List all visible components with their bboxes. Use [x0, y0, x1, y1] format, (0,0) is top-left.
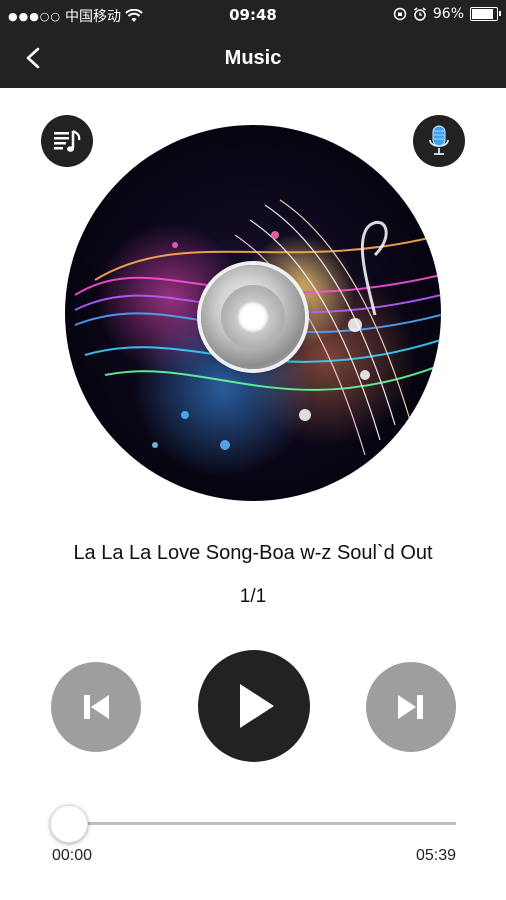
nav-bar: Music: [0, 30, 506, 88]
disc-hub: [201, 265, 305, 369]
battery-percent: 96%: [432, 6, 464, 22]
current-time: 00:00: [52, 847, 93, 864]
play-button[interactable]: [198, 650, 310, 762]
skip-previous-icon: [84, 695, 109, 719]
battery-icon: [470, 7, 501, 21]
track-position: 1/1: [239, 586, 267, 607]
chevron-left-icon: [26, 47, 40, 69]
song-title: La La La Love Song-Boa w-z Soul`d Out: [73, 542, 433, 564]
progress-thumb[interactable]: [50, 805, 88, 843]
total-time: 05:39: [415, 847, 456, 864]
status-bar: ●●●○○ 中国移动 09:48 96%: [0, 0, 506, 30]
microphone-button[interactable]: [413, 115, 465, 167]
next-button[interactable]: [366, 662, 456, 752]
back-button[interactable]: [16, 40, 52, 76]
battery-fill: [472, 9, 493, 19]
page-title: Music: [224, 47, 282, 69]
microphone-icon: [429, 125, 449, 155]
progress-track[interactable]: [68, 822, 456, 825]
skip-next-icon: [398, 695, 423, 719]
disc-hub-hole: [237, 301, 269, 333]
status-right: 96%: [393, 6, 501, 22]
play-icon: [240, 684, 274, 728]
previous-button[interactable]: [51, 662, 141, 752]
alarm-icon: [413, 7, 426, 21]
orientation-lock-icon: [393, 7, 407, 21]
playlist-icon: [54, 130, 81, 152]
playlist-button[interactable]: [41, 115, 93, 167]
